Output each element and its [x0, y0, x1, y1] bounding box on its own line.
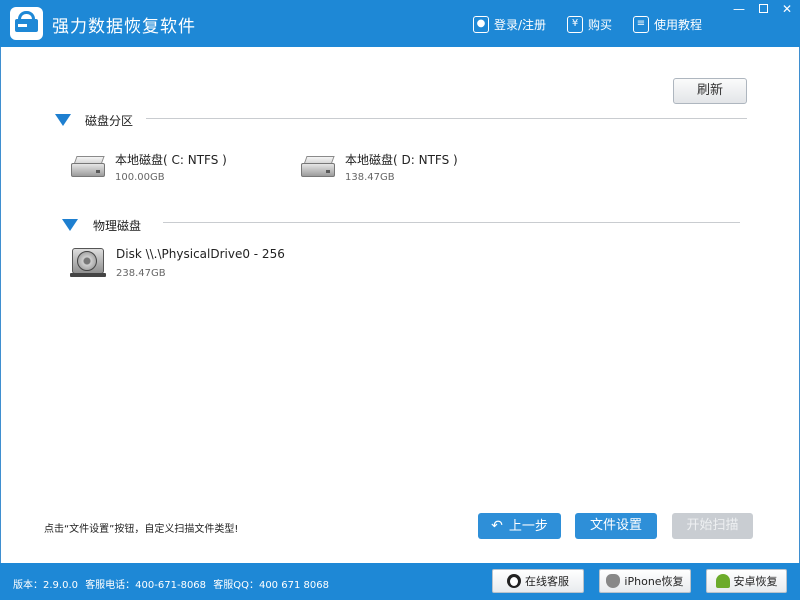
online-service-label: 在线客服: [525, 575, 569, 588]
physical-disk-icon: [70, 246, 106, 278]
buy-link[interactable]: ¥ 购买: [567, 14, 612, 34]
login-register-link[interactable]: ● 登录/注册: [473, 14, 546, 34]
partition-section-label: 磁盘分区: [85, 114, 134, 128]
close-button[interactable]: ✕: [779, 2, 795, 16]
drive-item-c[interactable]: 本地磁盘( C: NTFS ) 100.00GB: [69, 151, 269, 191]
minimize-button[interactable]: —: [731, 2, 747, 16]
drive-name: 本地磁盘( D: NTFS ): [345, 153, 458, 167]
refresh-button[interactable]: 刷新: [673, 78, 747, 104]
footer-bar: 版本：2.9.0.0 客服电话：400-671-8068 客服QQ：400 67…: [0, 563, 800, 600]
drive-size: 138.47GB: [345, 172, 395, 183]
disk-name: Disk \\.\PhysicalDrive0 - 256: [116, 247, 285, 261]
hint-text: 点击“文件设置”按钮，自定义扫描文件类型!: [44, 524, 239, 535]
previous-step-label: 上一步: [508, 519, 548, 534]
drive-size: 100.00GB: [115, 172, 165, 183]
iphone-recovery-button[interactable]: iPhone恢复: [599, 569, 691, 593]
footer-info: 版本：2.9.0.0 客服电话：400-671-8068 客服QQ：400 67…: [13, 576, 333, 591]
section-divider: [146, 118, 747, 119]
file-settings-button[interactable]: 文件设置: [575, 513, 657, 539]
tutorial-link[interactable]: ≡ 使用教程: [633, 14, 702, 34]
android-recovery-label: 安卓恢复: [733, 575, 778, 588]
login-register-label: 登录/注册: [494, 17, 547, 32]
start-scan-button[interactable]: 开始扫描: [672, 513, 753, 539]
app-logo-icon: [10, 7, 43, 40]
qq-text: 客服QQ：400 671 8068: [213, 580, 329, 591]
physical-section-header[interactable]: 物理磁盘: [1, 215, 800, 235]
hard-drive-icon: [299, 155, 337, 179]
user-icon: ●: [473, 15, 489, 33]
android-icon: [715, 574, 730, 588]
maximize-button[interactable]: [755, 2, 771, 16]
qq-icon: [507, 574, 521, 588]
partition-section-header[interactable]: 磁盘分区: [1, 112, 800, 132]
previous-step-button[interactable]: ↶ 上一步: [478, 513, 561, 539]
collapse-triangle-icon[interactable]: [62, 219, 78, 231]
drive-item-d[interactable]: 本地磁盘( D: NTFS ) 138.47GB: [299, 151, 499, 191]
disk-size: 238.47GB: [116, 268, 166, 279]
physical-disk-item[interactable]: Disk \\.\PhysicalDrive0 - 256 238.47GB: [70, 246, 330, 286]
document-icon: ≡: [633, 15, 649, 33]
yen-icon: ¥: [567, 15, 583, 33]
back-arrow-icon: ↶: [491, 518, 503, 534]
title-bar: 强力数据恢复软件 ● 登录/注册 ¥ 购买 ≡ 使用教程 — ✕: [0, 0, 800, 47]
physical-section-label: 物理磁盘: [93, 219, 142, 233]
drive-name: 本地磁盘( C: NTFS ): [115, 153, 227, 167]
buy-label: 购买: [588, 17, 613, 32]
section-divider: [163, 222, 740, 223]
phone-text: 客服电话：400-671-8068: [85, 580, 207, 591]
app-title: 强力数据恢复软件: [52, 17, 196, 37]
maximize-icon: [758, 4, 768, 13]
android-recovery-button[interactable]: 安卓恢复: [706, 569, 787, 593]
version-text: 版本：2.9.0.0: [13, 580, 78, 591]
tutorial-label: 使用教程: [654, 17, 703, 32]
collapse-triangle-icon[interactable]: [55, 114, 71, 126]
iphone-recovery-label: iPhone恢复: [624, 575, 684, 588]
hard-drive-icon: [69, 155, 107, 179]
apple-icon: [606, 574, 621, 588]
online-service-button[interactable]: 在线客服: [492, 569, 584, 593]
main-panel: 刷新 磁盘分区 本地磁盘( C: NTFS ) 100.00GB 本地磁盘( D…: [0, 47, 800, 563]
